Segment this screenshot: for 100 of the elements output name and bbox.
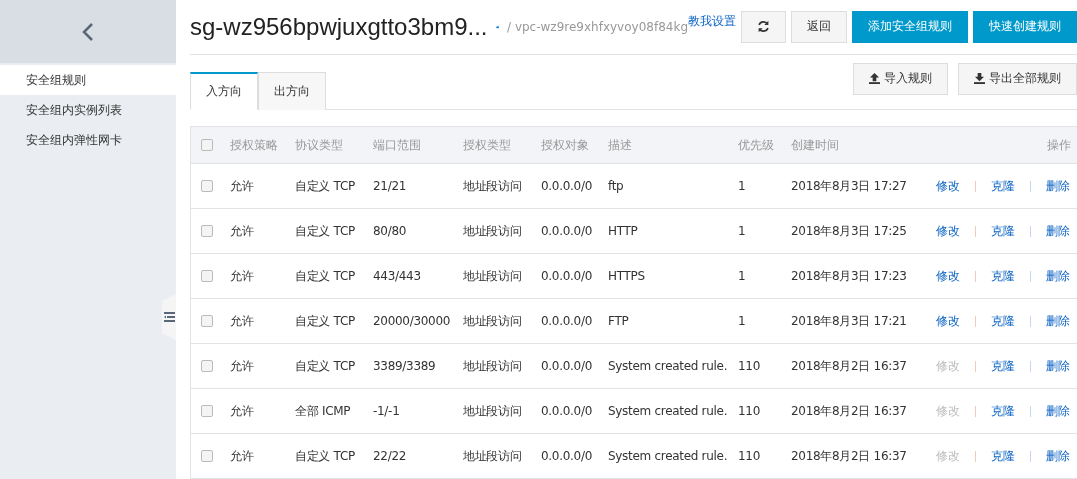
row-action-link[interactable]: 克隆 <box>991 312 1015 330</box>
table-cell-text: System created rule. <box>608 449 729 463</box>
table-cell-text: 110 <box>738 449 761 463</box>
table-cell-text: 0.0.0.0/0 <box>541 269 593 283</box>
direction-tab[interactable]: 出方向 <box>258 72 326 110</box>
column-header: 授权对象 <box>541 136 590 154</box>
table-cell-text: 1 <box>738 224 747 238</box>
table-cell-text: 2018年8月2日 16:37 <box>791 402 908 420</box>
row-checkbox[interactable] <box>201 180 213 192</box>
table-cell-text: 0.0.0.0/0 <box>541 314 593 328</box>
table-cell-text: 22/22 <box>373 449 408 463</box>
table-cell-text: 地址段访问 <box>463 177 523 195</box>
table-cell-text: 0.0.0.0/0 <box>541 449 593 463</box>
table-cell-text: 1 <box>738 179 747 193</box>
table-cell-text: 0.0.0.0/0 <box>541 359 593 373</box>
export-button[interactable]: 导出全部规则 <box>958 62 1077 95</box>
table-cell-text: 1 <box>738 314 747 328</box>
select-all-checkbox[interactable] <box>201 139 213 151</box>
table-cell-text: 自定义 TCP <box>295 267 356 285</box>
table-cell-text: 2018年8月3日 17:21 <box>791 312 908 330</box>
table-cell-text: 地址段访问 <box>463 267 523 285</box>
column-header: 操作 <box>1046 136 1072 154</box>
table-cell-text: 允许 <box>230 222 255 240</box>
row-checkbox[interactable] <box>201 270 213 282</box>
table-cell-text: -1/-1 <box>373 404 401 418</box>
direction-tab[interactable]: 入方向 <box>190 72 258 110</box>
table-cell-text: 3389/3389 <box>373 359 437 373</box>
row-action-link[interactable]: 克隆 <box>991 177 1015 195</box>
sidebar-item[interactable]: 安全组内弹性网卡 <box>0 125 176 155</box>
row-action-link[interactable]: 克隆 <box>991 267 1015 285</box>
table-cell-text: HTTP <box>608 224 639 238</box>
row-action-link[interactable]: 克隆 <box>991 447 1015 465</box>
table-cell-text: ftp <box>608 179 625 193</box>
row-action-link[interactable]: 克隆 <box>991 357 1015 375</box>
table-cell-text: 地址段访问 <box>463 447 523 465</box>
column-header: 描述 <box>608 136 633 154</box>
column-header: 端口范围 <box>373 136 422 154</box>
row-checkbox[interactable] <box>201 225 213 237</box>
table-cell-text: 80/80 <box>373 224 408 238</box>
table-cell-text: 443/443 <box>373 269 422 283</box>
row-action-link[interactable]: 修改 <box>936 267 960 285</box>
table-cell-text: 自定义 TCP <box>295 177 356 195</box>
table-cell-text: System created rule. <box>608 404 729 418</box>
column-header: 创建时间 <box>791 136 840 154</box>
table-cell-text: 允许 <box>230 447 255 465</box>
table-cell-text: 自定义 TCP <box>295 312 356 330</box>
list-icon <box>163 312 175 322</box>
table-cell-text: 允许 <box>230 267 255 285</box>
table-cell-text: 地址段访问 <box>463 357 523 375</box>
table-cell-text: 允许 <box>230 177 255 195</box>
row-checkbox[interactable] <box>201 315 213 327</box>
row-checkbox[interactable] <box>201 450 213 462</box>
table-cell-text: 20000/30000 <box>373 314 452 328</box>
row-action-link[interactable]: 删除 <box>1046 447 1070 465</box>
table-cell-text: 允许 <box>230 402 255 420</box>
refresh-button[interactable] <box>741 10 786 43</box>
table-cell-text: FTP <box>608 314 630 328</box>
table-cell-text: 2018年8月3日 17:27 <box>791 177 908 195</box>
table-cell-text: 110 <box>738 359 761 373</box>
refresh-icon <box>757 20 770 34</box>
primary-button[interactable]: 添加安全组规则 <box>852 10 968 43</box>
table-cell-text: 地址段访问 <box>463 222 523 240</box>
table-cell-text: 地址段访问 <box>463 402 523 420</box>
row-checkbox[interactable] <box>201 360 213 372</box>
row-action-link[interactable]: 删除 <box>1046 312 1070 330</box>
row-action-link[interactable]: 克隆 <box>991 222 1015 240</box>
table-cell-text: System created rule. <box>608 359 729 373</box>
row-action-link[interactable]: 修改 <box>936 312 960 330</box>
import-button[interactable]: 导入规则 <box>853 62 948 95</box>
row-action-link[interactable]: 删除 <box>1046 267 1070 285</box>
table-cell-text: 0.0.0.0/0 <box>541 179 593 193</box>
sidebar-item[interactable]: 安全组规则 <box>0 65 176 95</box>
row-action-link[interactable]: 删除 <box>1046 402 1070 420</box>
row-action-link[interactable]: 删除 <box>1046 357 1070 375</box>
row-action-link[interactable]: 修改 <box>936 222 960 240</box>
table-cell-text: 2018年8月2日 16:37 <box>791 357 908 375</box>
back-chevron-icon[interactable] <box>82 21 94 42</box>
table-cell-text: 允许 <box>230 357 255 375</box>
sidebar-item[interactable]: 安全组内实例列表 <box>0 95 176 125</box>
table-cell-text: 地址段访问 <box>463 312 523 330</box>
upload-icon <box>869 73 880 85</box>
help-link[interactable]: 教我设置 <box>688 13 736 31</box>
table-cell-text: HTTPS <box>608 269 646 283</box>
row-action-link[interactable]: 删除 <box>1046 177 1070 195</box>
primary-button[interactable]: 快速创建规则 <box>973 10 1077 43</box>
row-checkbox[interactable] <box>201 405 213 417</box>
table-cell-text: 自定义 TCP <box>295 222 356 240</box>
row-action-link[interactable]: 修改 <box>936 177 960 195</box>
table-cell-text: 1 <box>738 269 747 283</box>
row-action-link[interactable]: 克隆 <box>991 402 1015 420</box>
download-icon <box>974 73 985 85</box>
row-action-link[interactable]: 删除 <box>1046 222 1070 240</box>
table-cell-text: 110 <box>738 404 761 418</box>
table-cell-text: 2018年8月2日 16:37 <box>791 447 908 465</box>
column-header: 协议类型 <box>295 136 344 154</box>
table-cell-text: 全部 ICMP <box>295 402 352 420</box>
table-cell-text: 21/21 <box>373 179 408 193</box>
table-cell-text: 0.0.0.0/0 <box>541 224 593 238</box>
table-cell-text: 自定义 TCP <box>295 447 356 465</box>
back-button[interactable]: 返回 <box>791 10 847 43</box>
